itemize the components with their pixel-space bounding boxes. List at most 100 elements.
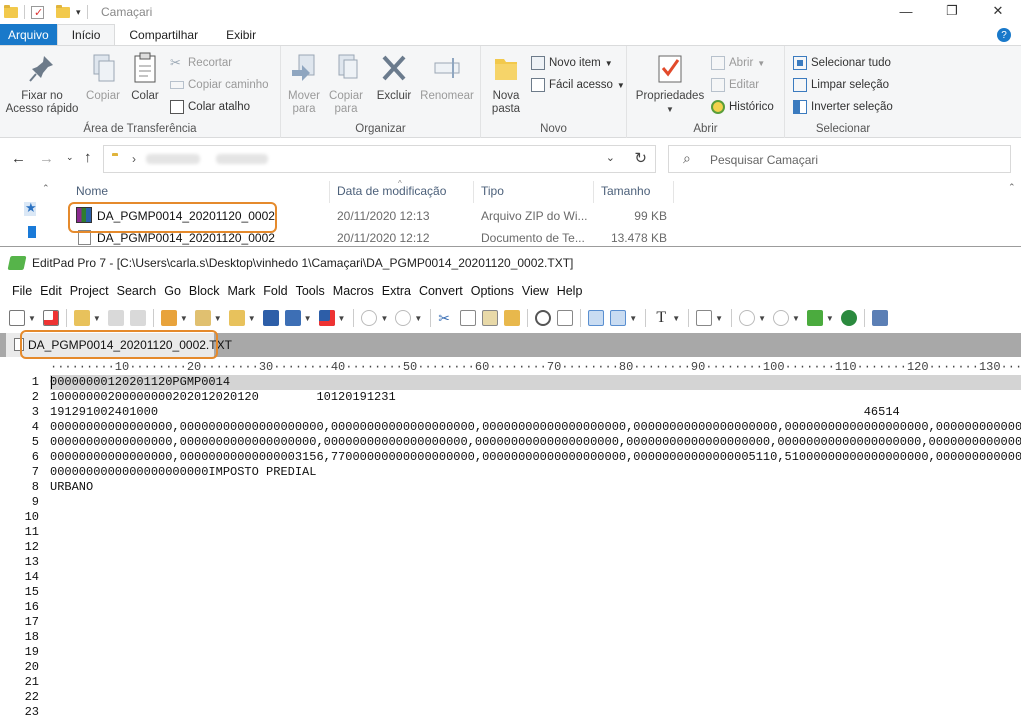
open-button[interactable]: Abrir ▼ — [711, 54, 765, 72]
new-file-icon[interactable] — [9, 310, 25, 326]
print-icon[interactable] — [262, 310, 279, 326]
copy-button[interactable]: Copiar — [84, 52, 122, 103]
invert-selection-button[interactable]: Inverter seleção — [793, 98, 893, 116]
paste-shortcut-button[interactable]: Colar atalho — [170, 98, 250, 116]
document-options-icon[interactable] — [696, 310, 713, 326]
text-line[interactable] — [50, 510, 1021, 525]
select-all-button[interactable]: Selecionar tudo — [793, 54, 891, 72]
text-line[interactable] — [50, 615, 1021, 630]
properties-button[interactable]: Propriedades ▼ — [633, 52, 707, 116]
menu-extra[interactable]: Extra — [378, 284, 415, 298]
menu-help[interactable]: Help — [553, 284, 587, 298]
text-line[interactable] — [50, 645, 1021, 660]
new-item-button[interactable]: Novo item ▼ — [531, 54, 613, 72]
clipboard-tools-icon[interactable] — [504, 310, 521, 326]
text-line[interactable] — [50, 675, 1021, 690]
maximize-icon[interactable]: ❐ — [929, 0, 975, 22]
search-box[interactable]: ⌕ Pesquisar Camaçari — [668, 145, 1011, 173]
copy-path-button[interactable]: Copiar caminho — [170, 76, 269, 94]
web-update-icon[interactable] — [840, 310, 857, 326]
new-folder-button[interactable]: Nova pasta — [487, 52, 525, 116]
delete-button[interactable]: Excluir — [375, 52, 413, 103]
address-bar[interactable]: › ⌄ ↻ — [103, 145, 656, 173]
move-to-button[interactable]: Mover para — [285, 52, 323, 116]
open-file-icon[interactable] — [73, 310, 90, 326]
back-icon[interactable] — [739, 310, 756, 326]
paste-button[interactable]: Colar — [126, 52, 164, 103]
menu-macros[interactable]: Macros — [329, 284, 378, 298]
open-project-icon[interactable] — [194, 310, 211, 326]
history-button[interactable]: Histórico — [711, 98, 774, 116]
help-icon[interactable]: ? — [987, 24, 1021, 46]
folder-icon[interactable] — [228, 310, 245, 326]
text-line[interactable] — [50, 600, 1021, 615]
menu-view[interactable]: View — [518, 284, 553, 298]
easy-access-button[interactable]: Fácil acesso ▼ — [531, 76, 625, 94]
text-line[interactable] — [50, 660, 1021, 675]
rename-button[interactable]: Renomear — [417, 52, 477, 103]
cut-icon[interactable]: ✂ — [438, 310, 454, 326]
quick-access-star-icon[interactable]: ★ — [25, 200, 37, 216]
menu-file[interactable]: File — [8, 284, 36, 298]
find-replace-icon[interactable] — [557, 310, 574, 326]
text-line[interactable] — [50, 630, 1021, 645]
text-line[interactable] — [50, 540, 1021, 555]
menu-mark[interactable]: Mark — [223, 284, 259, 298]
save-all-icon[interactable] — [129, 310, 146, 326]
text-line[interactable]: 10000000200000000202012020120 1012019123… — [50, 390, 1021, 405]
text-line[interactable] — [50, 570, 1021, 585]
recent-dropdown-icon[interactable]: ⌄ — [66, 152, 74, 163]
close-icon[interactable]: ✕ — [975, 0, 1021, 22]
tab-arquivo[interactable]: Arquivo — [0, 24, 57, 46]
desktop-icon[interactable] — [28, 226, 36, 238]
print-preview-icon[interactable] — [284, 310, 301, 326]
menu-tools[interactable]: Tools — [292, 284, 329, 298]
users-icon[interactable] — [871, 310, 888, 326]
text-line[interactable]: 00000000000000000,00000000000000000000,0… — [50, 420, 1021, 435]
text-line[interactable]: 00000000000000000,00000000000000003156,7… — [50, 450, 1021, 465]
pin-quick-access-button[interactable]: Fixar no Acesso rápido — [4, 52, 80, 116]
block-mode-icon[interactable] — [610, 310, 627, 326]
text-line[interactable] — [50, 705, 1021, 720]
menu-go[interactable]: Go — [160, 284, 185, 298]
forward-icon[interactable] — [772, 310, 789, 326]
text-line[interactable]: 191291002401000 46514 — [50, 405, 1021, 420]
copy-icon[interactable] — [460, 310, 477, 326]
close-file-icon[interactable] — [42, 310, 59, 326]
properties-check-icon[interactable]: ✓ — [31, 5, 44, 19]
text-line[interactable] — [50, 555, 1021, 570]
redo-icon[interactable] — [395, 310, 412, 326]
column-size[interactable]: Tamanho — [601, 184, 650, 198]
word-wrap-icon[interactable] — [588, 310, 605, 326]
menu-convert[interactable]: Convert — [415, 284, 467, 298]
cut-button[interactable]: ✂ Recortar — [170, 54, 232, 72]
tab-exibir[interactable]: Exibir — [212, 24, 270, 46]
menu-block[interactable]: Block — [185, 284, 224, 298]
up-arrow-icon[interactable]: ↑ — [84, 149, 92, 166]
scroll-up-icon[interactable]: ⌃ — [42, 183, 50, 194]
paste-icon[interactable] — [482, 310, 499, 326]
menu-fold[interactable]: Fold — [259, 284, 291, 298]
text-editor-area[interactable]: 00000000120201120PGMP0014 100000002000000… — [50, 375, 1021, 728]
back-arrow-icon[interactable]: ← — [11, 150, 26, 167]
search-icon[interactable] — [535, 310, 552, 326]
text-line[interactable] — [50, 585, 1021, 600]
tab-inicio[interactable]: Início — [56, 24, 116, 46]
edit-button[interactable]: Editar — [711, 76, 759, 94]
text-line[interactable]: 0000000000000000000000IMPOSTO PREDIAL — [50, 465, 1021, 480]
column-type[interactable]: Tipo — [481, 184, 504, 198]
address-dropdown-icon[interactable]: ⌄ — [606, 151, 615, 164]
clip-collection-icon[interactable] — [806, 310, 823, 326]
project-icon[interactable] — [160, 310, 177, 326]
menu-project[interactable]: Project — [66, 284, 113, 298]
text-line[interactable] — [50, 495, 1021, 510]
text-line[interactable]: 00000000120201120PGMP0014 — [50, 375, 1021, 390]
undo-icon[interactable] — [361, 310, 378, 326]
forward-arrow-icon[interactable]: → — [39, 150, 54, 167]
column-name[interactable]: Nome — [76, 184, 108, 198]
text-line[interactable] — [50, 690, 1021, 705]
close-print-icon[interactable] — [318, 310, 335, 326]
new-folder-icon[interactable] — [56, 4, 70, 18]
menu-options[interactable]: Options — [467, 284, 518, 298]
text-line[interactable]: 00000000000000000,0000000000000000000,00… — [50, 435, 1021, 450]
